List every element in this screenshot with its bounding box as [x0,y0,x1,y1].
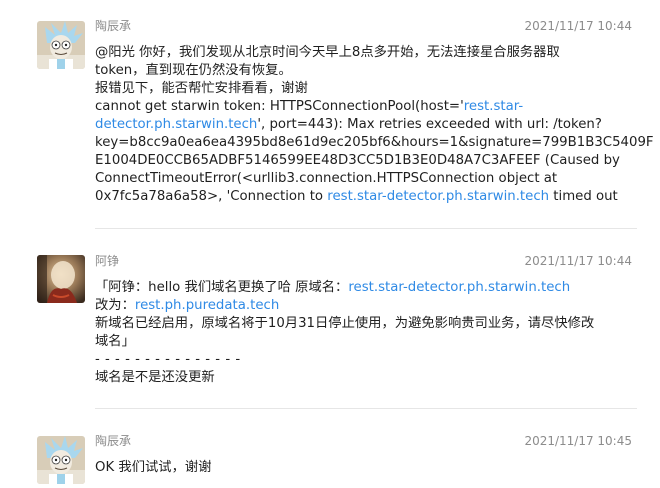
error-text: ', port=443): Max retries exceeded with … [257,117,602,132]
error-line: ConnectTimeoutError(<urllib3.connection.… [95,171,558,186]
sender-avatar[interactable] [37,436,85,484]
error-text: cannot get starwin token: HTTPSConnectio… [95,99,464,114]
cartoon-scientist-avatar-icon [37,436,85,484]
sender-avatar[interactable] [37,255,85,303]
error-line: key=b8cc9a0ea6ea4395bd8e61d9ec205bf6&hou… [95,135,654,150]
domain-link[interactable]: rest.star- [464,99,523,114]
cartoon-scientist-avatar-icon [37,21,85,69]
new-domain-link[interactable]: rest.ph.puredata.tech [135,298,279,313]
sender-name[interactable]: 陶辰承 [95,19,131,33]
quote-text: 改为： [95,298,135,313]
error-line: detector.ph.starwin.tech', port=443): Ma… [95,116,640,134]
error-line: cannot get starwin token: HTTPSConnectio… [95,98,640,116]
message-text-line: @阳光 你好，我们发现从北京时间今天早上8点多开始，无法连接星合服务器取 [95,45,560,60]
quoted-line: 改为：rest.ph.puredata.tech [95,297,640,315]
message-content: OK 我们试试，谢谢 [95,459,640,477]
domain-link[interactable]: rest.star-detector.ph.starwin.tech [327,189,549,204]
message-content: @阳光 你好，我们发现从北京时间今天早上8点多开始，无法连接星合服务器取 tok… [95,44,654,206]
sender-name[interactable]: 陶辰承 [95,434,131,448]
quoted-line: 域名」 [95,334,135,349]
message-text-line: token，直到现在仍然没有恢复。 [95,63,292,78]
message-timestamp: 2021/11/17 10:45 [524,434,632,448]
message-text-line: OK 我们试试，谢谢 [95,460,212,475]
quoted-line: 新域名已经启用，原域名将于10月31日停止使用，为避免影响贵司业务，请尽快修改 [95,316,595,331]
photo-avatar-icon [37,255,85,303]
domain-link[interactable]: detector.ph.starwin.tech [95,117,257,132]
message-text-line: 域名是不是还没更新 [95,370,215,385]
error-text: 0x7fc5a78a6a58>, 'Connection to [95,189,328,204]
message-timestamp: 2021/11/17 10:44 [524,254,632,268]
error-line: 0x7fc5a78a6a58>, 'Connection to rest.sta… [95,188,640,206]
message-divider [95,408,637,409]
quote-text: 「阿铮：hello 我们域名更换了哈 原域名： [95,280,349,295]
quoted-line: 「阿铮：hello 我们域名更换了哈 原域名：rest.star-detecto… [95,279,640,297]
message-text-line: 报错见下，能否帮忙安排看看，谢谢 [95,81,308,96]
error-line: E1004DE0CCB65ADBF5146599EE48D3CC5D1B3E0D… [95,153,620,168]
error-text: timed out [549,189,618,204]
message-divider [95,228,637,229]
sender-name[interactable]: 阿铮 [95,254,119,268]
message-timestamp: 2021/11/17 10:44 [524,19,632,33]
sender-avatar[interactable] [37,21,85,69]
quote-separator: - - - - - - - - - - - - - - - [95,352,241,367]
message-content: 「阿铮：hello 我们域名更换了哈 原域名：rest.star-detecto… [95,279,640,387]
old-domain-link[interactable]: rest.star-detector.ph.starwin.tech [348,280,570,295]
